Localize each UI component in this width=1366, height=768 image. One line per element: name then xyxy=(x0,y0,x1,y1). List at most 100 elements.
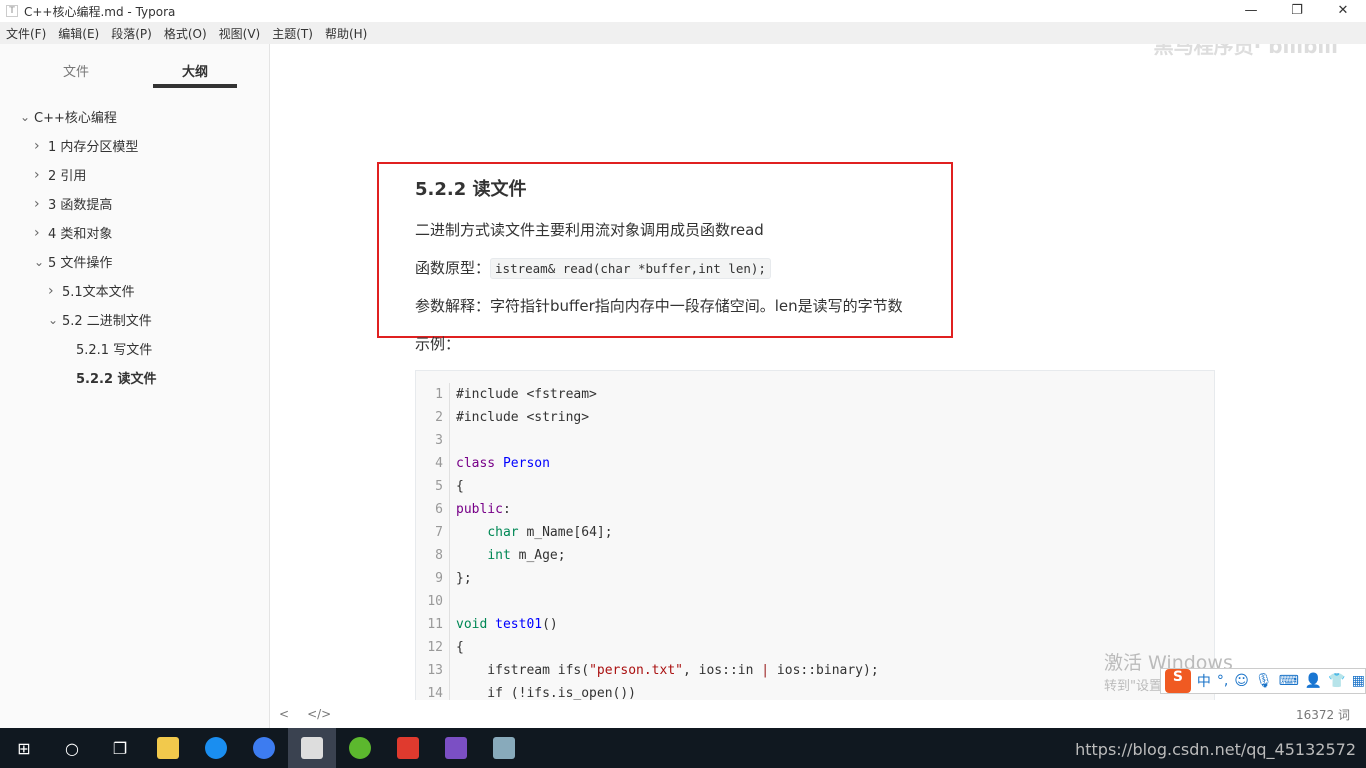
code-token: { xyxy=(456,479,464,494)
outline-label: 5.2 二进制文件 xyxy=(62,314,152,329)
editor[interactable]: 黑马程序员· bilibili 5.2.2 读文件 二进制方式读文件主要利用流对… xyxy=(271,44,1366,700)
code-token: , ios::in xyxy=(682,663,762,678)
typora-taskbar-icon[interactable] xyxy=(288,728,336,768)
watermark-logo: 黑马程序员· bilibili xyxy=(1153,44,1338,58)
paragraph: 参数解释：字符指针buffer指向内存中一段存储空间。len是读写的字节数 xyxy=(415,297,903,315)
outline-label: C++核心编程 xyxy=(34,111,117,126)
search-icon[interactable]: ○ xyxy=(48,728,96,768)
line-number: 9 xyxy=(435,571,443,586)
menu-item[interactable]: 格式(O) xyxy=(164,25,207,42)
emoji-icon[interactable]: ☺ xyxy=(1234,673,1249,689)
menu-item[interactable]: 视图(V) xyxy=(219,25,261,42)
outline-label: 5 文件操作 xyxy=(48,256,113,271)
outline-item[interactable]: 5.2.1 写文件 xyxy=(0,334,269,363)
line-number: 8 xyxy=(435,548,443,563)
chevron-right-icon[interactable]: › xyxy=(34,167,48,183)
code-token: | xyxy=(761,663,770,678)
microphone-icon[interactable]: 🎙 xyxy=(1255,673,1273,689)
outline-label: 1 内存分区模型 xyxy=(48,140,139,155)
code-token: : xyxy=(502,502,511,517)
paint-icon[interactable] xyxy=(480,728,528,768)
chevron-right-icon[interactable]: › xyxy=(34,225,48,241)
outline-item[interactable]: ⌄ 5.2 二进制文件 xyxy=(0,305,269,334)
menu-item[interactable]: 文件(F) xyxy=(6,25,46,42)
skin-icon[interactable]: 👕 xyxy=(1328,673,1345,689)
line-number: 12 xyxy=(427,640,443,655)
paragraph: 二进制方式读文件主要利用流对象调用成员函数read xyxy=(415,221,764,239)
browser-icon[interactable] xyxy=(192,728,240,768)
code-line: #include <string> xyxy=(456,406,879,429)
outline-item[interactable]: › 2 引用 xyxy=(0,160,269,189)
code-block[interactable]: 1 2 3 4 5 6 7 8 9 10 11 12 13 14 #include <fstream> #i… xyxy=(415,370,1215,700)
app-green-icon[interactable] xyxy=(336,728,384,768)
file-explorer-icon[interactable] xyxy=(144,728,192,768)
restore-button[interactable]: ❐ xyxy=(1274,0,1320,22)
code-line: class Person xyxy=(456,452,879,475)
ime-toolbar[interactable]: S 中 °, ☺ 🎙 ⌨ 👤 👕 ▦ xyxy=(1160,668,1366,694)
inline-code: istream& read(char *buffer,int len); xyxy=(490,258,771,279)
chevron-down-icon[interactable]: ⌄ xyxy=(34,255,48,269)
chevron-right-icon[interactable]: › xyxy=(34,138,48,154)
outline-item[interactable]: › 1 内存分区模型 xyxy=(0,131,269,160)
xmind-icon[interactable] xyxy=(384,728,432,768)
baidu-netdisk-icon[interactable] xyxy=(240,728,288,768)
outline-item[interactable]: › 5.1文本文件 xyxy=(0,276,269,305)
sogou-logo-icon: S xyxy=(1165,669,1191,693)
outline-item[interactable]: ⌄ C++核心编程 xyxy=(0,102,269,131)
code-lines: #include <fstream> #include <string> class… xyxy=(456,383,879,700)
code-token: #include <string> xyxy=(456,410,590,425)
grid-icon[interactable]: ▦ xyxy=(1352,673,1365,689)
outline-item[interactable]: › 4 类和对象 xyxy=(0,218,269,247)
code-line: if (!ifs.is_open()) xyxy=(456,682,879,700)
code-token: m_Name[64]; xyxy=(518,525,613,540)
chevron-down-icon[interactable]: ⌄ xyxy=(20,110,34,124)
line-number: 3 xyxy=(435,433,443,448)
chevron-right-icon[interactable]: › xyxy=(48,283,62,299)
task-view-icon[interactable]: ❐ xyxy=(96,728,144,768)
code-token: ifstream ifs( xyxy=(456,663,590,678)
punctuation-icon[interactable]: °, xyxy=(1217,673,1228,689)
start-icon[interactable]: ⊞ xyxy=(0,728,48,768)
chevron-right-icon[interactable]: › xyxy=(34,196,48,212)
code-token: Person xyxy=(502,456,550,471)
outline-label: 3 函数提高 xyxy=(48,198,113,213)
outline-item[interactable]: › 3 函数提高 xyxy=(0,189,269,218)
example-label: 示例： xyxy=(415,335,461,353)
line-number: 14 xyxy=(427,686,443,700)
menu-item[interactable]: 编辑(E) xyxy=(58,25,99,42)
minimize-button[interactable]: — xyxy=(1228,0,1274,22)
tab-files[interactable]: 文件 xyxy=(16,44,136,88)
taskbar: ⊞ ○ ❐ https://blog.csdn.net/qq_45132572 xyxy=(0,728,1366,768)
menu-item[interactable]: 主题(T) xyxy=(272,25,313,42)
code-token: char xyxy=(487,525,519,540)
status-bar: < </> 16372 词 xyxy=(271,700,1366,728)
menu-item[interactable]: 帮助(H) xyxy=(325,25,367,42)
code-line: ifstream ifs("person.txt", ios::in | ios… xyxy=(456,659,878,682)
menu-item[interactable]: 段落(P) xyxy=(111,25,152,42)
ime-mode[interactable]: 中 xyxy=(1197,671,1211,691)
line-number: 6 xyxy=(435,502,443,517)
line-number: 10 xyxy=(427,594,443,609)
code-token: { xyxy=(456,640,464,655)
visual-studio-icon[interactable] xyxy=(432,728,480,768)
outline-item[interactable]: ⌄ 5 文件操作 xyxy=(0,247,269,276)
outline-tree: ⌄ C++核心编程 › 1 内存分区模型 › 2 引用 › 3 函数提高 › 4 类和对象 ⌄ 5 文… xyxy=(0,102,269,392)
tab-outline[interactable]: 大纲 xyxy=(153,44,237,88)
outline-item[interactable]: 5.2.2 读文件 xyxy=(0,363,269,392)
line-number: 13 xyxy=(427,663,443,678)
word-count[interactable]: 16372 词 xyxy=(1296,706,1350,723)
close-button[interactable]: ✕ xyxy=(1320,0,1366,22)
code-token: public xyxy=(456,502,503,517)
line-number: 4 xyxy=(435,456,443,471)
code-line: #include <fstream> xyxy=(456,383,879,406)
source-mode-button[interactable]: </> xyxy=(307,707,331,721)
user-icon[interactable]: 👤 xyxy=(1305,673,1322,689)
chevron-down-icon[interactable]: ⌄ xyxy=(48,313,62,327)
keyboard-icon[interactable]: ⌨ xyxy=(1279,673,1299,689)
back-button[interactable]: < xyxy=(279,707,289,721)
prototype-label: 函数原型： xyxy=(415,259,491,277)
outline-label: 5.2.1 写文件 xyxy=(76,343,153,358)
